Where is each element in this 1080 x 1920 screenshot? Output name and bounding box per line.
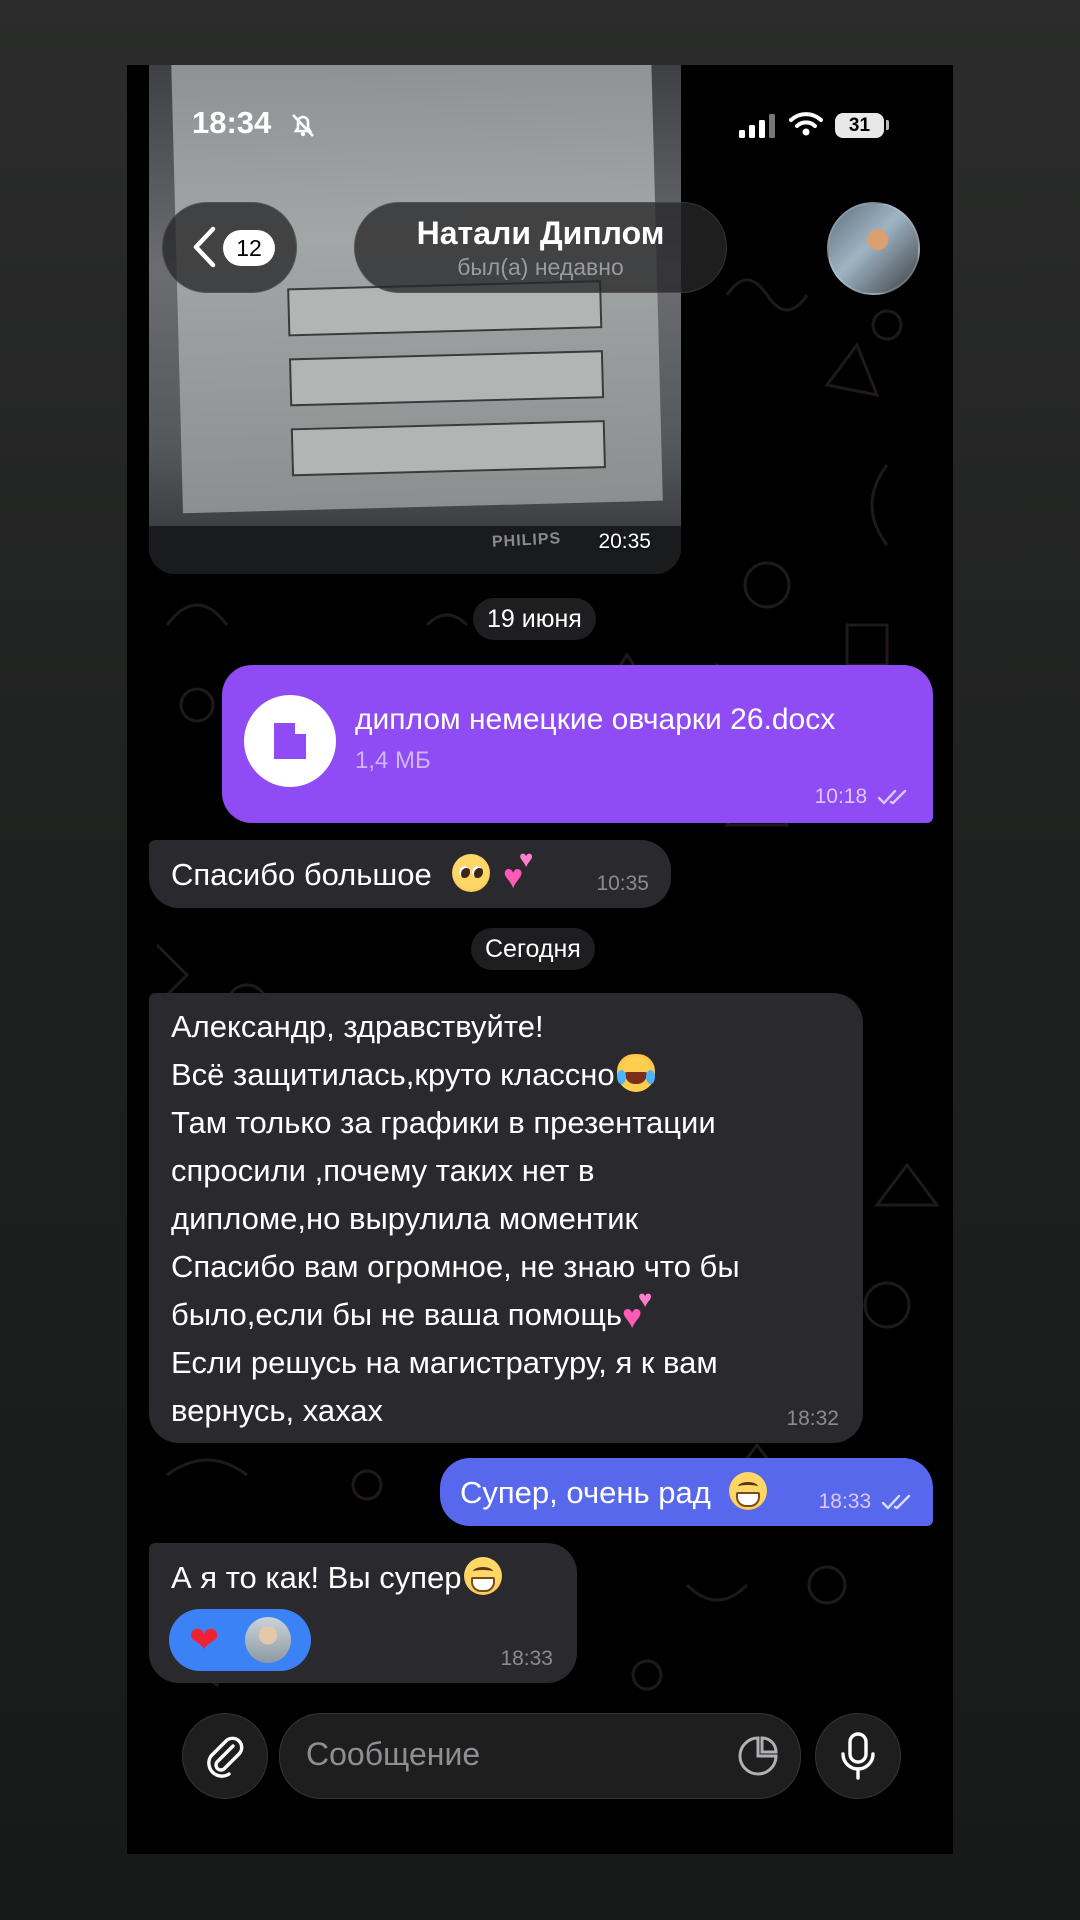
double-check-icon <box>877 790 907 805</box>
sticker-icon[interactable] <box>736 1734 780 1778</box>
file-message-time: 10:18 <box>814 785 868 808</box>
microphone-button[interactable] <box>815 1713 901 1799</box>
chat-title: Натали Диплом <box>416 215 665 251</box>
attach-button[interactable] <box>182 1713 268 1799</box>
signal-icon <box>739 114 775 138</box>
cat-joy-emoji-icon <box>616 1054 655 1092</box>
reactor-avatar <box>245 1617 291 1663</box>
wifi-icon <box>789 112 823 136</box>
bell-slash-icon <box>292 114 314 137</box>
file-message[interactable]: диплом немецкие овчарки 26.docx 1,4 МБ 1… <box>222 665 933 823</box>
incoming-message-long[interactable]: Александр, здравствуйте! Всё защитилась,… <box>149 993 863 1443</box>
message-text: Спасибо большое <box>171 857 432 892</box>
message-line: дипломе,но вырулила моментик <box>171 1201 639 1236</box>
message-line: Александр, здравствуйте! <box>171 1009 544 1044</box>
outgoing-message[interactable]: Супер, очень рад 18:33 <box>440 1458 933 1526</box>
message-text-wrap: А я то как! Вы супер <box>171 1557 502 1596</box>
phone-screen: PHILIPS 20:35 18:34 31 12 Натали Диплом … <box>127 65 953 1854</box>
chat-header[interactable]: Натали Диплом был(а) недавно <box>354 202 727 293</box>
photo-diagram-box <box>288 350 605 407</box>
two-hearts-emoji-icon <box>622 1288 660 1334</box>
message-line: вернусь, хахах <box>171 1393 384 1428</box>
message-line: Там только за графики в презентации <box>171 1105 716 1140</box>
message-time: 18:32 <box>786 1407 839 1430</box>
pleading-face-emoji-icon <box>452 854 491 892</box>
photo-message[interactable]: PHILIPS 20:35 <box>149 65 681 574</box>
message-text: Супер, очень рад <box>460 1475 711 1510</box>
file-name: диплом немецкие овчарки 26.docx <box>355 703 836 736</box>
message-text-wrap: Спасибо большое <box>171 848 541 894</box>
message-line: спросили ,почему таких нет в <box>171 1153 595 1188</box>
photo-time: 20:35 <box>598 530 651 553</box>
back-button[interactable]: 12 <box>162 202 297 293</box>
status-time: 18:34 <box>192 105 272 140</box>
photo-diagram-box <box>290 420 606 477</box>
message-line: Спасибо вам огромное, не знаю что бы <box>171 1249 740 1284</box>
chevron-left-icon <box>193 226 216 268</box>
message-line-with-emoji: Всё защитилась,круто классно <box>171 1051 655 1099</box>
battery-icon: 31 <box>835 113 884 138</box>
unread-count-badge: 12 <box>223 230 275 266</box>
outgoing-message-meta: 18:33 <box>819 1490 915 1514</box>
grinning-face-emoji-icon <box>463 1557 502 1595</box>
two-hearts-emoji-icon <box>503 848 541 894</box>
message-line: было,если бы не ваша помощь <box>171 1297 623 1332</box>
heart-reaction-icon: ❤ <box>189 1619 220 1660</box>
message-text-wrap: Супер, очень рад <box>460 1472 768 1511</box>
incoming-message[interactable]: А я то как! Вы супер ❤ 18:33 <box>149 1543 577 1683</box>
message-time: 18:33 <box>818 1490 872 1513</box>
message-time: 10:35 <box>596 872 649 895</box>
message-line-with-emoji: было,если бы не ваша помощь <box>171 1288 660 1339</box>
microphone-icon <box>841 1732 875 1780</box>
message-time: 18:33 <box>500 1647 553 1670</box>
message-input[interactable]: Сообщение <box>279 1713 801 1799</box>
message-text: А я то как! Вы супер <box>171 1560 462 1595</box>
reaction-pill[interactable]: ❤ <box>169 1609 311 1671</box>
message-line: Всё защитилась,круто классно <box>171 1057 615 1092</box>
date-chip-first: 19 июня <box>473 598 596 640</box>
paperclip-icon <box>207 1736 244 1778</box>
message-input-placeholder: Сообщение <box>306 1736 481 1772</box>
file-size: 1,4 МБ <box>355 747 431 774</box>
grinning-face-emoji-icon <box>729 1472 768 1510</box>
incoming-message[interactable]: Спасибо большое 10:35 <box>149 840 671 908</box>
battery-tip <box>886 120 889 130</box>
message-line: Если решусь на магистратуру, я к вам <box>171 1345 718 1380</box>
photo-brand-label: PHILIPS <box>491 530 562 551</box>
file-message-meta: 10:18 <box>815 785 911 809</box>
contact-avatar[interactable] <box>827 202 920 295</box>
date-chip-second: Сегодня <box>471 928 595 970</box>
chat-subtitle: был(а) недавно <box>457 254 624 280</box>
double-check-icon <box>881 1495 911 1510</box>
file-icon[interactable] <box>244 695 336 787</box>
